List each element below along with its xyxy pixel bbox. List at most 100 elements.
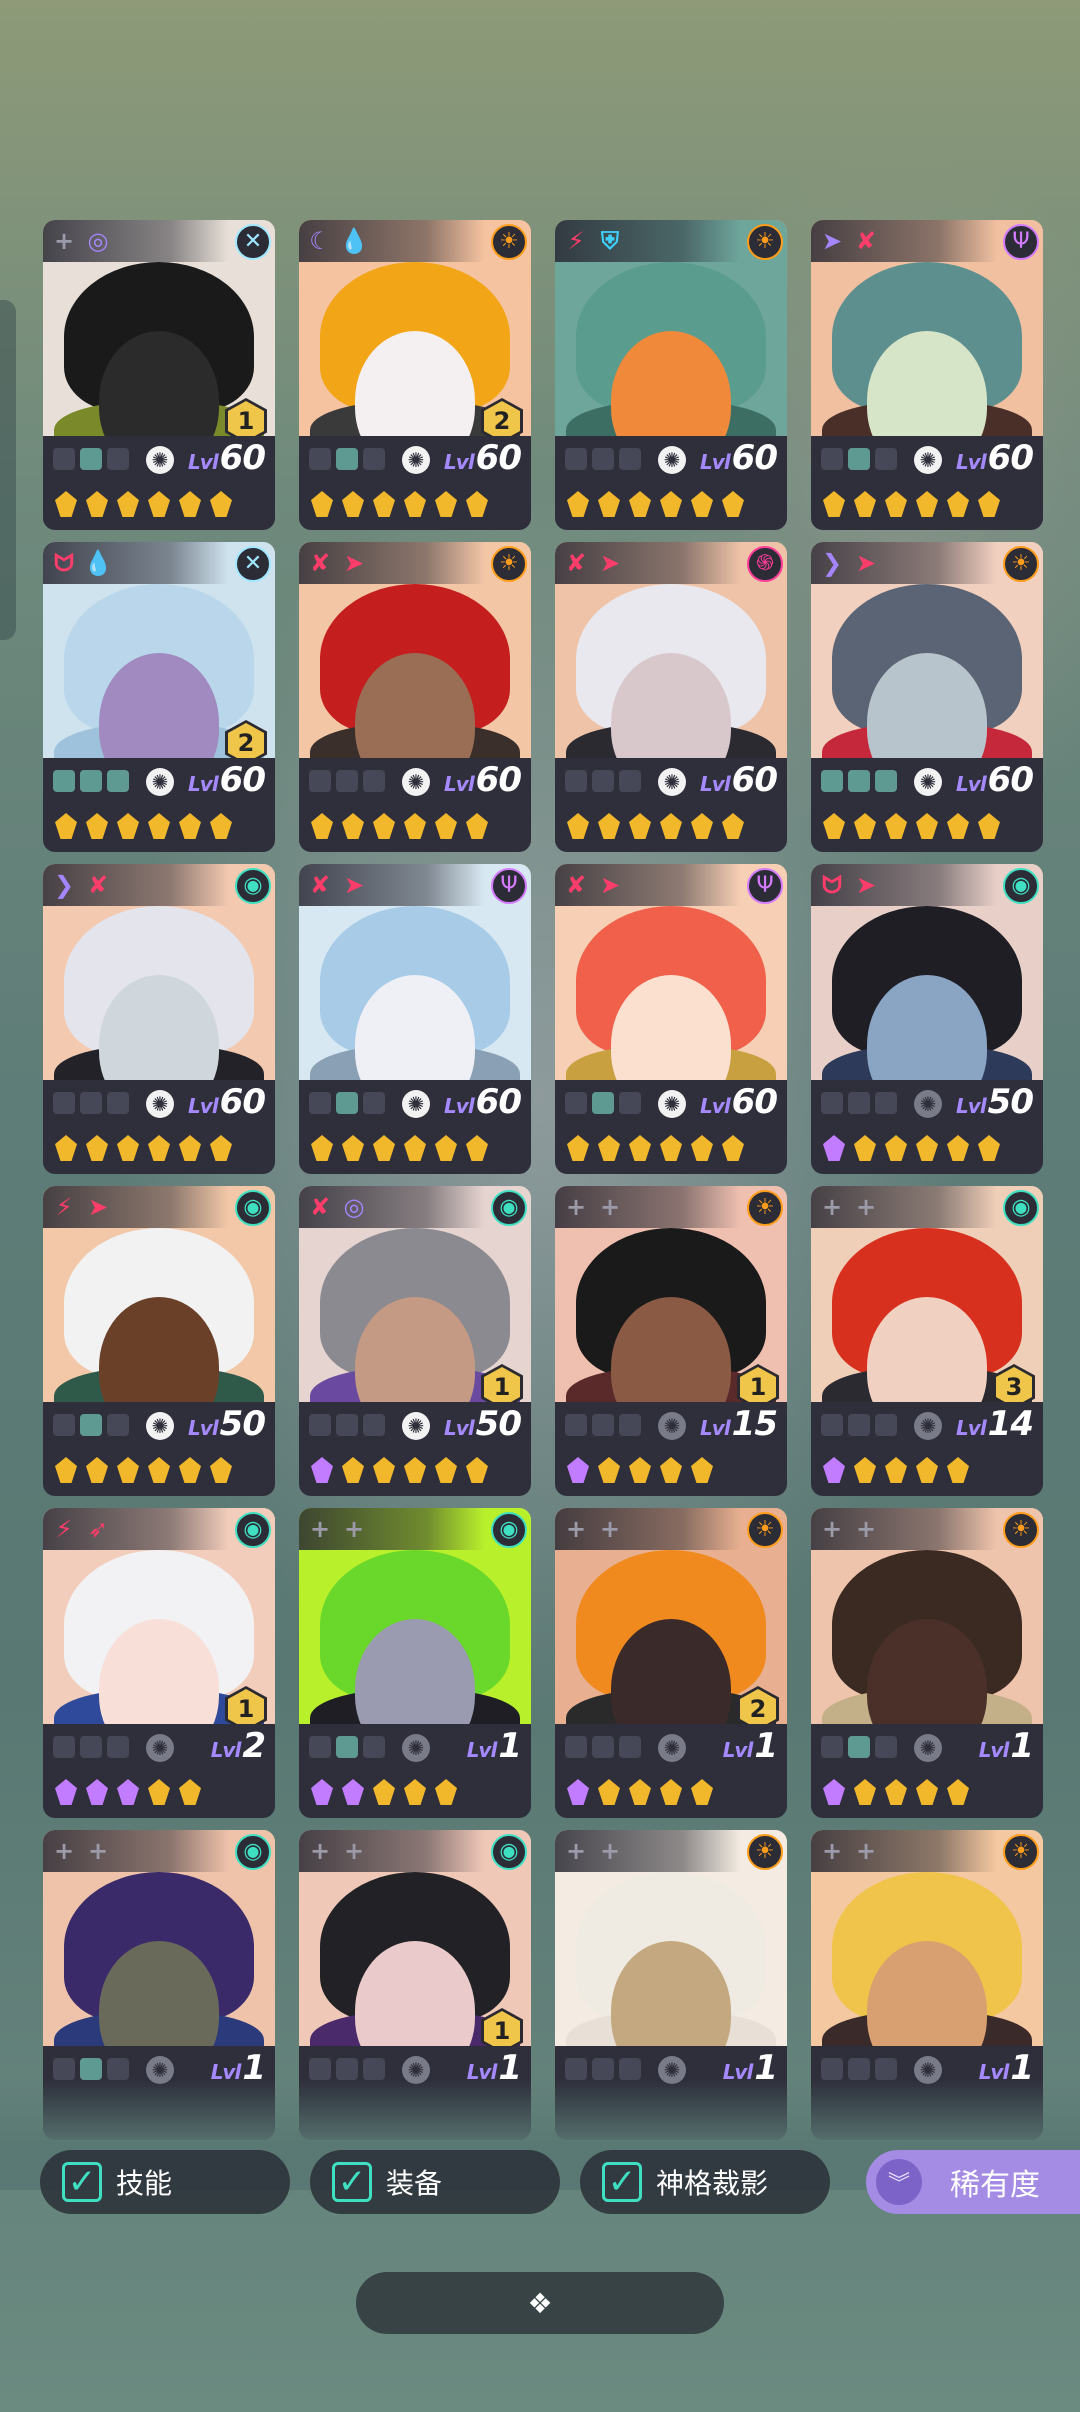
gold-star-icon xyxy=(373,813,395,839)
hero-level: Lvl60 xyxy=(444,438,522,478)
equipment-slot xyxy=(53,448,75,470)
filter-skills-toggle[interactable]: ✓ 技能 xyxy=(40,2150,290,2214)
hero-card[interactable]: ᗢ ➤ ◉ ✺ Lvl50 xyxy=(811,864,1043,1174)
equipment-slot xyxy=(107,2058,129,2080)
equipment-slot xyxy=(309,1092,331,1114)
hero-card[interactable]: + + ☀ ✺ Lvl1 xyxy=(811,1508,1043,1818)
hero-card[interactable]: ✘ ➤ ☀ ✺ Lvl60 xyxy=(299,542,531,852)
hero-card[interactable]: ✘ ➤ Ψ ✺ Lvl60 xyxy=(555,864,787,1174)
hero-card[interactable]: + + ☀ 1 ✺ Lvl15 xyxy=(555,1186,787,1496)
bottom-handle-button[interactable]: ❖ xyxy=(356,2272,724,2334)
hero-card[interactable]: + + ◉ 3 ✺ Lvl14 xyxy=(811,1186,1043,1496)
faction-x-circle-icon: ✕ xyxy=(235,546,271,582)
gold-star-icon xyxy=(916,1135,938,1161)
rarity-sort-button[interactable]: ︾ 稀有度 xyxy=(866,2150,1080,2214)
hero-card[interactable]: + + ◉ 1 ✺ Lvl1 xyxy=(299,1830,531,2140)
purple-star-icon xyxy=(342,1779,364,1805)
equipment-slot xyxy=(619,2058,641,2080)
side-drawer-handle[interactable] xyxy=(0,300,16,640)
equipment-slot xyxy=(53,1414,75,1436)
aperture-icon: ✺ xyxy=(402,446,430,474)
hero-card[interactable]: ⚡ ➤ ◉ ✺ Lvl50 xyxy=(43,1186,275,1496)
equipment-slots xyxy=(53,1414,129,1436)
level-prefix: Lvl xyxy=(188,1094,219,1118)
gold-star-icon xyxy=(947,491,969,517)
faction-spiral-icon: ◉ xyxy=(235,1834,271,1870)
gold-star-icon xyxy=(117,1135,139,1161)
filter-divine-toggle[interactable]: ✓ 神格裁影 xyxy=(580,2150,830,2214)
hero-level: Lvl50 xyxy=(444,1404,522,1444)
gold-star-icon xyxy=(179,1779,201,1805)
filter-equipment-toggle[interactable]: ✓ 装备 xyxy=(310,2150,560,2214)
purple-star-icon xyxy=(823,1779,845,1805)
gold-star-icon xyxy=(823,491,845,517)
rank-badge-number: 2 xyxy=(740,1689,776,1729)
hero-card[interactable]: ✘ ➤ Ψ ✺ Lvl60 xyxy=(299,864,531,1174)
faction-sun-icon: ☀ xyxy=(1003,1834,1039,1870)
gold-star-icon xyxy=(629,1457,651,1483)
level-prefix: Lvl xyxy=(700,450,731,474)
hero-card[interactable]: ᗢ 💧 ✕ 2 ✺ Lvl60 xyxy=(43,542,275,852)
sword-icon: ✘ xyxy=(565,871,587,899)
equipment-slots xyxy=(565,1414,641,1436)
gold-star-icon xyxy=(916,1779,938,1805)
level-number: 1 xyxy=(498,1726,522,1766)
hero-info-bar: ✺ Lvl60 xyxy=(299,436,531,530)
plus-icon: + xyxy=(821,1515,843,1543)
hero-card[interactable]: + + ◉ ✺ Lvl1 xyxy=(43,1830,275,2140)
hero-info-bar: ✺ Lvl60 xyxy=(811,758,1043,852)
hero-card[interactable]: ✘ ◎ ◉ 1 ✺ Lvl50 xyxy=(299,1186,531,1496)
faction-spiral-icon: ◉ xyxy=(491,1834,527,1870)
hero-card[interactable]: ⚡ ⛨ ☀ ✺ Lvl60 xyxy=(555,220,787,530)
hero-info-bar: ✺ Lvl50 xyxy=(811,1080,1043,1174)
gold-star-icon xyxy=(947,1135,969,1161)
hero-card[interactable]: + + ☀ ✺ Lvl1 xyxy=(811,1830,1043,2140)
faction-sun-icon: ☀ xyxy=(747,1190,783,1226)
hero-card[interactable]: + + ☀ ✺ Lvl1 xyxy=(555,1830,787,2140)
aperture-icon: ✺ xyxy=(914,1412,942,1440)
equipment-slot xyxy=(107,448,129,470)
rank-badge-number: 3 xyxy=(996,1367,1032,1407)
hero-card[interactable]: + + ☀ 2 ✺ Lvl1 xyxy=(555,1508,787,1818)
equipment-slot xyxy=(363,448,385,470)
equipment-slots xyxy=(309,1414,385,1436)
gold-star-icon xyxy=(885,491,907,517)
hero-card[interactable]: ❯ ➤ ☀ ✺ Lvl60 xyxy=(811,542,1043,852)
gold-star-icon xyxy=(311,1135,333,1161)
hero-info-bar: ✺ Lvl2 xyxy=(43,1724,275,1818)
star-rating xyxy=(311,1779,457,1805)
level-number: 2 xyxy=(242,1726,266,1766)
equipment-slot xyxy=(336,770,358,792)
hero-card[interactable]: ❯ ✘ ◉ ✺ Lvl60 xyxy=(43,864,275,1174)
equipment-slot xyxy=(336,1414,358,1436)
hero-card[interactable]: ➤ ✘ Ψ ✺ Lvl60 xyxy=(811,220,1043,530)
hero-level: Lvl1 xyxy=(467,1726,522,1766)
equipment-slot xyxy=(107,1736,129,1758)
equipment-slot xyxy=(336,1092,358,1114)
level-prefix: Lvl xyxy=(700,772,731,796)
gold-star-icon xyxy=(342,1135,364,1161)
gold-star-icon xyxy=(148,813,170,839)
gold-star-icon xyxy=(466,1135,488,1161)
level-prefix: Lvl xyxy=(956,450,987,474)
plus-icon: + xyxy=(821,1837,843,1865)
purple-star-icon xyxy=(823,1457,845,1483)
hero-level: Lvl60 xyxy=(700,760,778,800)
hero-card[interactable]: ☾ 💧 ☀ 2 ✺ Lvl60 xyxy=(299,220,531,530)
aperture-icon: ✺ xyxy=(658,1412,686,1440)
hero-card[interactable]: + ◎ ✕ 1 ✺ Lvl60 xyxy=(43,220,275,530)
hero-card[interactable]: + + ◉ ✺ Lvl1 xyxy=(299,1508,531,1818)
equipment-slot xyxy=(821,770,843,792)
level-number: 60 xyxy=(987,760,1034,800)
gold-star-icon xyxy=(854,813,876,839)
hero-card[interactable]: ✘ ➤ ֍ ✺ Lvl60 xyxy=(555,542,787,852)
faction-claw-icon: Ψ xyxy=(1003,224,1039,260)
gold-star-icon xyxy=(55,491,77,517)
equipment-slot xyxy=(107,1414,129,1436)
gold-star-icon xyxy=(117,813,139,839)
hero-level: Lvl60 xyxy=(700,1082,778,1122)
equipment-slot xyxy=(336,2058,358,2080)
equipment-slots xyxy=(309,1736,385,1758)
hero-card[interactable]: ⚡ ➶ ◉ 1 ✺ Lvl2 xyxy=(43,1508,275,1818)
faction-sun-icon: ☀ xyxy=(747,1512,783,1548)
